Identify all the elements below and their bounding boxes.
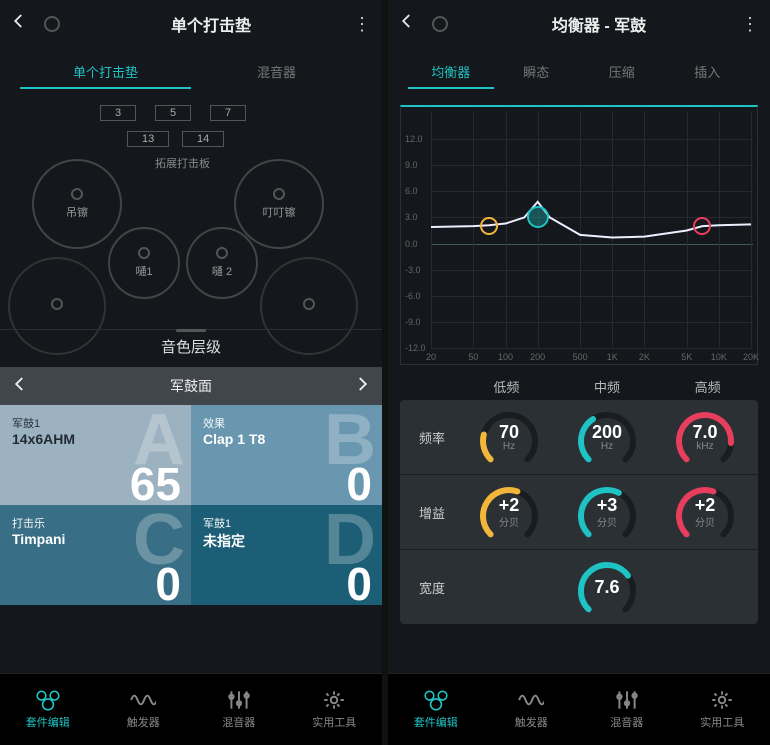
drum-hihat[interactable]: 叮叮镲: [234, 159, 324, 249]
row-freq: 频率 70Hz 200Hz 7.0kHz: [400, 400, 758, 475]
row-width: 宽度 7.6: [400, 550, 758, 624]
dial-gain-low[interactable]: +2分贝: [460, 481, 558, 543]
gear-icon: [709, 689, 735, 711]
dial-width[interactable]: 7.6: [460, 556, 754, 618]
more-button[interactable]: ⋮: [352, 14, 372, 35]
tab-transient[interactable]: 瞬态: [494, 56, 580, 89]
col-mid: 中频: [557, 377, 658, 396]
tab-insert[interactable]: 插入: [665, 56, 751, 89]
drum-layout[interactable]: 3 5 7 13 14 拓展打击板 吊镲 叮叮镲 嗵1 嗵 2: [0, 99, 382, 329]
dial-gain-mid[interactable]: +3分贝: [558, 481, 656, 543]
chip-5[interactable]: 5: [155, 105, 191, 121]
nav-kit[interactable]: 套件编辑: [388, 674, 484, 745]
pad-b[interactable]: 效果 Clap 1 T8 B 0: [191, 405, 382, 505]
drum-crash[interactable]: 吊镲: [32, 159, 122, 249]
row-gain: 增益 +2分贝 +3分贝 +2分贝: [400, 475, 758, 550]
left-phone: 单个打击垫 ⋮ 单个打击垫 混音器 3 5 7 13 14 拓展打击板 吊镲 叮…: [0, 0, 382, 745]
eq-node[interactable]: [527, 206, 549, 228]
drum-tom1[interactable]: 嗵1: [108, 227, 180, 299]
more-button[interactable]: ⋮: [740, 14, 760, 35]
right-phone: 均衡器 - 军鼓 ⋮ 均衡器 瞬态 压缩 插入 -12.0-9.0-6.0-3.…: [388, 0, 770, 745]
drum-tom2[interactable]: 嗵 2: [186, 227, 258, 299]
kit-icon: [35, 689, 61, 711]
page-title: 单个打击垫: [70, 12, 352, 36]
sliders-icon: [226, 689, 252, 711]
page-title: 均衡器 - 军鼓: [458, 12, 740, 36]
pad-a[interactable]: 军鼓1 14x6AHM A 65: [0, 405, 191, 505]
nav-trigger[interactable]: 触发器: [484, 674, 580, 745]
col-high: 高频: [657, 377, 758, 396]
sliders-icon: [614, 689, 640, 711]
layer-selector: 军鼓面: [0, 367, 382, 405]
pad-d[interactable]: 军鼓1 未指定 D 0: [191, 505, 382, 605]
nav-util[interactable]: 实用工具: [287, 674, 383, 745]
nav-util[interactable]: 实用工具: [675, 674, 770, 745]
eq-graph[interactable]: -12.0-9.0-6.0-3.00.03.06.09.012.02050100…: [400, 105, 758, 365]
dial-freq-high[interactable]: 7.0kHz: [656, 406, 754, 468]
eq-node[interactable]: [480, 217, 498, 235]
nav-mixer[interactable]: 混音器: [579, 674, 675, 745]
chip-13[interactable]: 13: [127, 131, 169, 147]
kit-icon: [423, 689, 449, 711]
header: 单个打击垫 ⋮: [0, 0, 382, 48]
nav-trigger[interactable]: 触发器: [96, 674, 192, 745]
next-button[interactable]: [342, 375, 382, 398]
chip-3[interactable]: 3: [100, 105, 136, 121]
prev-button[interactable]: [0, 375, 40, 398]
chip-label: 拓展打击板: [155, 155, 210, 171]
nav-kit[interactable]: 套件编辑: [0, 674, 96, 745]
header: 均衡器 - 军鼓 ⋮: [388, 0, 770, 48]
chip-7[interactable]: 7: [210, 105, 246, 121]
bottom-nav: 套件编辑 触发器 混音器 实用工具: [0, 673, 382, 745]
tab-comp[interactable]: 压缩: [579, 56, 665, 89]
subtabs: 单个打击垫 混音器: [0, 48, 382, 99]
bottom-nav: 套件编辑 触发器 混音器 实用工具: [388, 673, 770, 745]
gear-icon: [321, 689, 347, 711]
layer-label: 军鼓面: [40, 376, 342, 396]
sheet-title: 音色层级: [0, 329, 382, 367]
col-low: 低频: [456, 377, 557, 396]
tab-mixer[interactable]: 混音器: [191, 56, 362, 89]
tab-single-pad[interactable]: 单个打击垫: [20, 56, 191, 89]
subtabs: 均衡器 瞬态 压缩 插入: [388, 48, 770, 99]
pad-c[interactable]: 打击乐 Timpani C 0: [0, 505, 191, 605]
tab-eq[interactable]: 均衡器: [408, 56, 494, 89]
wave-icon: [130, 689, 156, 711]
wave-icon: [518, 689, 544, 711]
eq-col-headers: 低频 中频 高频: [400, 377, 758, 396]
eq-node[interactable]: [693, 217, 711, 235]
dial-freq-mid[interactable]: 200Hz: [558, 406, 656, 468]
chip-14[interactable]: 14: [182, 131, 224, 147]
dial-grid: 频率 70Hz 200Hz 7.0kHz 增益 +2分贝 +3分贝 +2分贝: [400, 400, 758, 624]
back-button[interactable]: [10, 12, 34, 36]
pad-grid: 军鼓1 14x6AHM A 65 效果 Clap 1 T8 B 0 打击乐 Ti…: [0, 405, 382, 605]
record-indicator-icon: [432, 16, 448, 32]
dial-gain-high[interactable]: +2分贝: [656, 481, 754, 543]
dial-freq-low[interactable]: 70Hz: [460, 406, 558, 468]
nav-mixer[interactable]: 混音器: [191, 674, 287, 745]
record-indicator-icon: [44, 16, 60, 32]
back-button[interactable]: [398, 12, 422, 36]
